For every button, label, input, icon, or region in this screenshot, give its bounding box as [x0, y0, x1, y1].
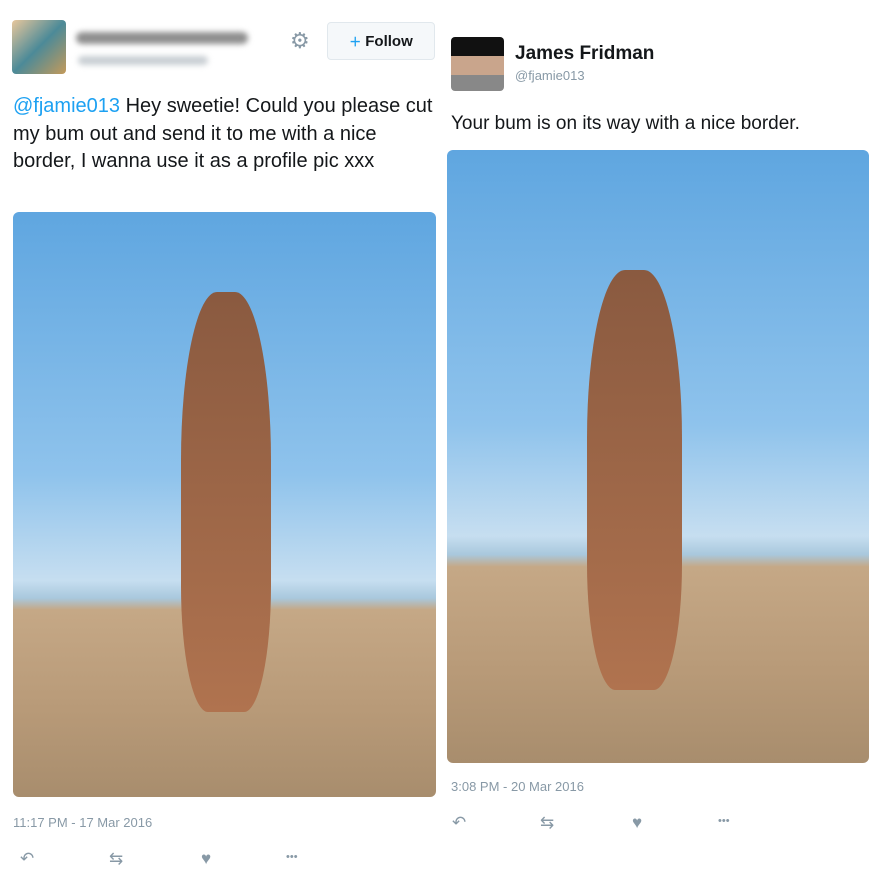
timestamp[interactable]: 11:17 PM - 17 Mar 2016: [13, 815, 152, 830]
timestamp[interactable]: 3:08 PM - 20 Mar 2016: [451, 779, 584, 794]
more-icon[interactable]: •••: [286, 851, 298, 863]
user-handle[interactable]: @fjamie013: [515, 68, 585, 83]
avatar[interactable]: [12, 20, 66, 74]
follow-label: Follow: [365, 32, 413, 50]
follow-icon: ＋: [349, 34, 362, 49]
follow-button[interactable]: ＋ Follow: [327, 22, 435, 60]
tweet-text: @fjamie013 Hey sweetie! Could you please…: [13, 93, 438, 176]
reply-icon[interactable]: ↶: [452, 813, 466, 833]
blurred-name: [76, 32, 248, 44]
retweet-icon[interactable]: ⇆: [540, 813, 554, 833]
mention-link[interactable]: @fjamie013: [13, 95, 120, 117]
like-icon[interactable]: ♥: [201, 849, 211, 869]
like-icon[interactable]: ♥: [632, 813, 642, 833]
tweet-text: Your bum is on its way with a nice borde…: [451, 113, 800, 134]
tweet-photo[interactable]: [13, 212, 436, 797]
blurred-handle: [78, 56, 208, 65]
more-icon[interactable]: •••: [718, 815, 730, 827]
tweet-photo[interactable]: [447, 150, 869, 763]
user-name[interactable]: James Fridman: [515, 43, 654, 65]
gear-icon[interactable]: ⚙: [290, 28, 310, 54]
avatar[interactable]: [451, 37, 504, 91]
retweet-icon[interactable]: ⇆: [109, 849, 123, 869]
reply-icon[interactable]: ↶: [20, 849, 34, 869]
